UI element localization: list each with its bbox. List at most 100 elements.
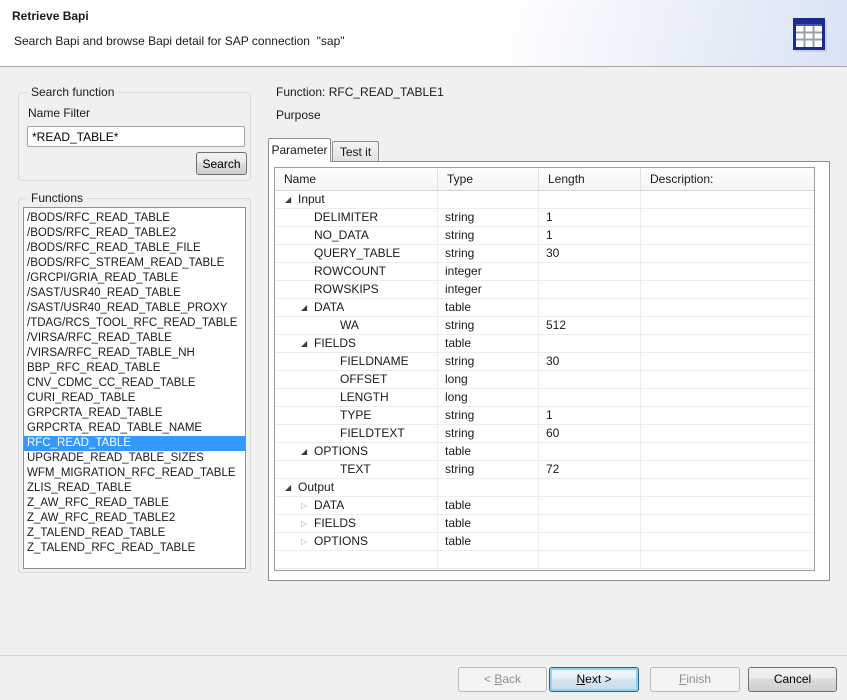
param-type-cell: table: [438, 335, 539, 352]
function-list-item[interactable]: /BODS/RFC_READ_TABLE: [24, 211, 245, 226]
collapse-icon[interactable]: ◢: [285, 479, 298, 496]
param-type-cell: [438, 191, 539, 208]
table-grid-icon: [793, 18, 825, 50]
search-button[interactable]: Search: [196, 152, 247, 175]
parameter-row[interactable]: WAstring512: [275, 317, 814, 335]
parameter-row[interactable]: NO_DATAstring1: [275, 227, 814, 245]
collapse-icon[interactable]: ◢: [301, 335, 314, 352]
parameter-row[interactable]: ◢OPTIONStable: [275, 443, 814, 461]
function-list-item[interactable]: /BODS/RFC_READ_TABLE2: [24, 226, 245, 241]
param-length-cell: 30: [539, 245, 641, 262]
back-button-label: <: [484, 672, 494, 686]
param-description-cell: [641, 407, 814, 424]
function-list-item[interactable]: BBP_RFC_READ_TABLE: [24, 361, 245, 376]
page-title: Retrieve Bapi: [12, 9, 89, 23]
column-header-description: Description:: [641, 168, 814, 190]
param-type-cell: [438, 479, 539, 496]
function-list-item[interactable]: GRPCRTA_READ_TABLE_NAME: [24, 421, 245, 436]
name-filter-input[interactable]: [27, 126, 245, 147]
function-list-item[interactable]: /SAST/USR40_READ_TABLE: [24, 286, 245, 301]
function-list-item[interactable]: /GRCPI/GRIA_READ_TABLE: [24, 271, 245, 286]
param-description-cell: [641, 299, 814, 316]
param-description-cell: [641, 263, 814, 280]
function-list-item[interactable]: Z_AW_RFC_READ_TABLE: [24, 496, 245, 511]
param-description-cell: [641, 497, 814, 514]
parameter-row[interactable]: ROWCOUNTinteger: [275, 263, 814, 281]
parameter-row[interactable]: ▷FIELDStable: [275, 515, 814, 533]
param-length-cell: [539, 263, 641, 280]
function-list-item[interactable]: /SAST/USR40_READ_TABLE_PROXY: [24, 301, 245, 316]
parameter-row[interactable]: FIELDNAMEstring30: [275, 353, 814, 371]
collapse-icon[interactable]: ◢: [301, 443, 314, 460]
function-list-item[interactable]: GRPCRTA_READ_TABLE: [24, 406, 245, 421]
param-description-cell: [641, 353, 814, 370]
function-list-item[interactable]: ZLIS_READ_TABLE: [24, 481, 245, 496]
expand-icon[interactable]: ▷: [301, 533, 314, 550]
param-name-text: DATA: [314, 497, 344, 514]
parameter-row[interactable]: ◢Output: [275, 479, 814, 497]
back-button[interactable]: < Back: [458, 667, 547, 692]
param-description-cell: [641, 479, 814, 496]
functions-list[interactable]: /BODS/RFC_READ_TABLE/BODS/RFC_READ_TABLE…: [23, 207, 246, 569]
parameter-row[interactable]: ◢Input: [275, 191, 814, 209]
function-list-item[interactable]: RFC_READ_TABLE: [24, 436, 245, 451]
param-type-cell: table: [438, 515, 539, 532]
parameter-row[interactable]: ▷OPTIONStable: [275, 533, 814, 551]
function-list-item[interactable]: CURI_READ_TABLE: [24, 391, 245, 406]
parameter-table-body: ◢InputDELIMITERstring1NO_DATAstring1QUER…: [275, 191, 814, 569]
parameter-row[interactable]: TYPEstring1: [275, 407, 814, 425]
parameter-tab-panel: Name Type Length Description: ◢InputDELI…: [268, 161, 830, 581]
parameter-row[interactable]: ROWSKIPSinteger: [275, 281, 814, 299]
param-type-cell: [438, 551, 539, 568]
parameter-row[interactable]: TEXTstring72: [275, 461, 814, 479]
collapse-icon[interactable]: ◢: [285, 191, 298, 208]
expand-icon[interactable]: ▷: [301, 497, 314, 514]
param-type-cell: table: [438, 533, 539, 550]
tab-test-it[interactable]: Test it: [332, 141, 379, 162]
parameter-row[interactable]: ▷DATAtable: [275, 497, 814, 515]
collapse-icon[interactable]: ◢: [301, 299, 314, 316]
parameter-row[interactable]: FIELDTEXTstring60: [275, 425, 814, 443]
function-list-item[interactable]: Z_TALEND_RFC_READ_TABLE: [24, 541, 245, 556]
param-description-cell: [641, 443, 814, 460]
expand-icon[interactable]: ▷: [301, 515, 314, 532]
function-list-item[interactable]: /BODS/RFC_READ_TABLE_FILE: [24, 241, 245, 256]
param-length-cell: [539, 389, 641, 406]
param-description-cell: [641, 317, 814, 334]
param-length-cell: [539, 335, 641, 352]
function-list-item[interactable]: WFM_MIGRATION_RFC_READ_TABLE: [24, 466, 245, 481]
function-list-item[interactable]: UPGRADE_READ_TABLE_SIZES: [24, 451, 245, 466]
param-length-cell: [539, 281, 641, 298]
function-list-item[interactable]: Z_TALEND_READ_TABLE: [24, 526, 245, 541]
tab-parameter[interactable]: Parameter: [268, 138, 331, 162]
search-function-legend: Search function: [27, 85, 118, 99]
param-description-cell: [641, 389, 814, 406]
parameter-row[interactable]: DELIMITERstring1: [275, 209, 814, 227]
param-description-cell: [641, 551, 814, 568]
param-description-cell: [641, 461, 814, 478]
parameter-row[interactable]: QUERY_TABLEstring30: [275, 245, 814, 263]
parameter-row[interactable]: LENGTHlong: [275, 389, 814, 407]
next-button[interactable]: Next >: [549, 667, 639, 692]
function-list-item[interactable]: /VIRSA/RFC_READ_TABLE: [24, 331, 245, 346]
param-type-cell: long: [438, 371, 539, 388]
function-list-item[interactable]: /BODS/RFC_STREAM_READ_TABLE: [24, 256, 245, 271]
cancel-button[interactable]: Cancel: [748, 667, 837, 692]
function-list-item[interactable]: /TDAG/RCS_TOOL_RFC_READ_TABLE: [24, 316, 245, 331]
param-type-cell: string: [438, 353, 539, 370]
param-type-cell: string: [438, 425, 539, 442]
function-list-item[interactable]: CNV_CDMC_CC_READ_TABLE: [24, 376, 245, 391]
parameter-row[interactable]: [275, 551, 814, 569]
param-name-text: ROWSKIPS: [314, 281, 379, 298]
param-type-cell: string: [438, 461, 539, 478]
param-type-cell: long: [438, 389, 539, 406]
parameter-row[interactable]: ◢FIELDStable: [275, 335, 814, 353]
param-description-cell: [641, 191, 814, 208]
param-length-cell: 512: [539, 317, 641, 334]
name-filter-label: Name Filter: [28, 106, 90, 120]
finish-button[interactable]: Finish: [650, 667, 740, 692]
parameter-row[interactable]: OFFSETlong: [275, 371, 814, 389]
parameter-row[interactable]: ◢DATAtable: [275, 299, 814, 317]
function-list-item[interactable]: /VIRSA/RFC_READ_TABLE_NH: [24, 346, 245, 361]
function-list-item[interactable]: Z_AW_RFC_READ_TABLE2: [24, 511, 245, 526]
